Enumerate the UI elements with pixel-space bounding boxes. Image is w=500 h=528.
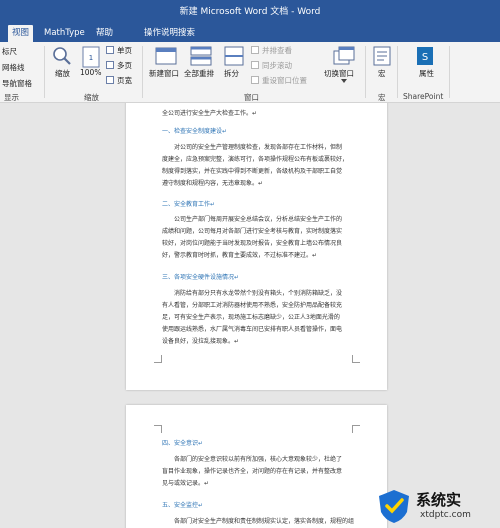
multi-page-icon: [106, 61, 114, 69]
section-heading: 二、安全教育工作↵: [162, 201, 216, 208]
switch-windows-button[interactable]: 切换窗口: [324, 68, 354, 79]
arrange-all-button[interactable]: 全部重排: [184, 68, 214, 79]
ribbon: 标尺 网格线 导航窗格 显示 缩放 1 100% 单页 多页 页宽 缩放 新建窗…: [0, 42, 500, 103]
macros-button[interactable]: 宏: [378, 68, 386, 79]
svg-text:S: S: [422, 52, 428, 63]
new-window-icon[interactable]: [155, 46, 177, 66]
chevron-down-icon[interactable]: [341, 79, 347, 83]
ribbon-tabs: 视图 MathType 帮助 操作说明搜索: [0, 22, 500, 59]
section-heading: 四、安全意识↵: [162, 440, 204, 447]
zoom-100-icon[interactable]: 1: [81, 46, 101, 68]
paragraph-line: 成绩和问题，公司每月对各部门进行安全考核与教育，实时制度落实: [162, 228, 343, 235]
macros-icon[interactable]: [373, 46, 391, 66]
paragraph-line: 较好，对岗位问题能于当时发现及时报告，安全教育上墙公布情况良: [162, 240, 343, 247]
paragraph-line: 遵守制度和规程内容，无违章现象。↵: [162, 180, 264, 187]
one-page-button[interactable]: 单页: [117, 45, 132, 56]
svg-text:1: 1: [89, 54, 93, 62]
paragraph-line: 各部门的安全意识较以前有所加强，核心大意观象较少，杜绝了: [174, 456, 343, 463]
paragraph-line: 消防给有部分只有水龙带然个别没有箱头，个别消防箱缺乏，没: [174, 290, 343, 297]
properties-button[interactable]: 属性: [419, 68, 434, 79]
split-icon[interactable]: [224, 46, 244, 66]
group-divider: [142, 46, 143, 98]
margin-marker: [154, 425, 162, 433]
paragraph-line: 有人看管，分部职工对消防器材使用不熟悉，安全防护用品配备较充: [162, 302, 343, 309]
title-bar: 新建 Microsoft Word 文档 - Word: [0, 0, 500, 22]
zoom-button[interactable]: 缩放: [55, 68, 70, 79]
window-title: 新建 Microsoft Word 文档 - Word: [179, 7, 321, 17]
tab-view[interactable]: 视图: [8, 25, 34, 42]
reset-position-icon: [251, 76, 259, 84]
watermark-brand: 系统实: [416, 491, 462, 509]
reset-position-button[interactable]: 重设窗口位置: [262, 75, 307, 86]
sharepoint-properties-icon[interactable]: S: [416, 46, 434, 66]
shield-logo-icon: [379, 490, 409, 523]
side-by-side-button[interactable]: 并排查看: [262, 45, 292, 56]
tell-me-search[interactable]: 操作说明搜索: [140, 25, 199, 42]
group-divider: [397, 46, 398, 98]
show-group-label: 显示: [4, 93, 19, 102]
group-divider: [449, 46, 450, 98]
arrange-all-icon[interactable]: [190, 46, 212, 66]
watermark-logo: 系统实 xtdptc.com: [376, 486, 500, 528]
paragraph-line: 盲目作业现象，操作记录也齐全，对问题的存在有记录，并有整改意: [162, 468, 343, 475]
margin-marker: [352, 355, 360, 363]
paragraph-line: 各部门对安全生产制度和责任制制规实认定，落实各制度，规程的组: [174, 518, 355, 525]
zoom-group-label: 缩放: [84, 93, 99, 102]
multi-page-button[interactable]: 多页: [117, 60, 132, 71]
sync-scroll-button[interactable]: 同步滚动: [262, 60, 292, 71]
switch-windows-icon[interactable]: [333, 46, 355, 66]
document-page[interactable]: 全公司进行安全生产大检查工作。↵ 一、检查安全制度建设↵ 对公司的安全生产管理制…: [126, 103, 387, 390]
paragraph-line: 度建全，应急预案完整，演练可行，各项操作规程公布有板或裹较好，: [162, 156, 349, 163]
paragraph-line: 制度得到落实，并在实践中得到不断更新，各级机构及干部职工自觉: [162, 168, 343, 175]
watermark-site: xtdptc.com: [420, 510, 471, 520]
margin-marker: [154, 355, 162, 363]
document-area[interactable]: 全公司进行安全生产大检查工作。↵ 一、检查安全制度建设↵ 对公司的安全生产管理制…: [0, 103, 500, 528]
gridlines-checkbox[interactable]: 网格线: [2, 62, 25, 73]
tab-mathtype[interactable]: MathType: [40, 25, 89, 42]
paragraph-line: 足，可有安全生产表示，现场施工标志磨缺少，公正人3地面光滑的: [162, 314, 340, 321]
paragraph-line: 见与或效记录。↵: [162, 480, 210, 487]
margin-marker: [352, 425, 360, 433]
one-page-icon: [106, 46, 114, 54]
document-page[interactable]: 四、安全意识↵ 各部门的安全意识较以前有所加强，核心大意观象较少，杜绝了 盲目作…: [126, 405, 387, 528]
group-divider: [44, 46, 45, 98]
ruler-checkbox[interactable]: 标尺: [2, 46, 17, 57]
group-divider: [365, 46, 366, 98]
tab-help[interactable]: 帮助: [92, 25, 117, 42]
section-heading: 五、安全监控↵: [162, 502, 204, 509]
page-width-button[interactable]: 页宽: [117, 75, 132, 86]
side-by-side-icon: [251, 46, 259, 54]
paragraph-line: 全公司进行安全生产大检查工作。↵: [162, 110, 258, 117]
sync-scroll-icon: [251, 61, 259, 69]
sharepoint-group-label: SharePoint: [403, 92, 444, 101]
zoom-icon[interactable]: [52, 46, 72, 66]
window-group-label: 窗口: [244, 93, 259, 102]
section-heading: 三、各项安全硬件设施情况↵: [162, 274, 240, 281]
paragraph-line: 好，警示教育时时抓，教育主要成效，不过标准不建过。↵: [162, 252, 318, 259]
new-window-button[interactable]: 新建窗口: [149, 68, 179, 79]
paragraph-line: 公司生产部门每周开展安全总结会议，分析总结安全生产工作的: [174, 216, 343, 223]
page-width-icon: [106, 76, 114, 84]
section-heading: 一、检查安全制度建设↵: [162, 128, 228, 135]
macros-group-label: 宏: [378, 93, 386, 102]
zoom-100-button[interactable]: 100%: [80, 68, 101, 77]
paragraph-line: 对公司的安全生产管理制度检查，发现各部存在工作材料，但制: [174, 144, 343, 151]
paragraph-line: 设备良好，没拉乱接现象。↵: [162, 338, 240, 345]
split-button[interactable]: 拆分: [224, 68, 239, 79]
nav-pane-checkbox[interactable]: 导航窗格: [2, 78, 32, 89]
paragraph-line: 使用跟运线熟悉，水厂属气消毒车间已安排有职人员看管操作，面电: [162, 326, 343, 333]
